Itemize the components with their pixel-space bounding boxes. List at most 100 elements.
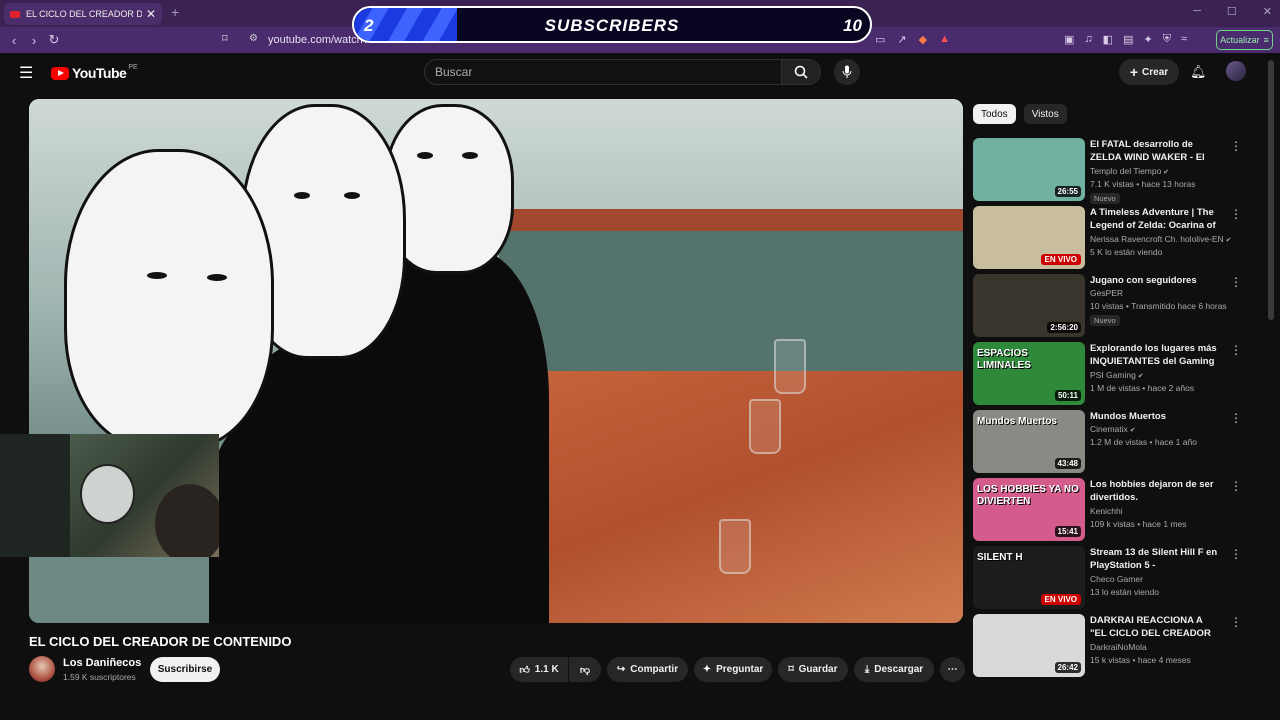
recommendation-thumbnail[interactable]: SILENT H EN VIVO [973, 546, 1085, 609]
channel-name[interactable]: Los Daniñecos [63, 657, 141, 669]
recommendation-title[interactable]: El FATAL desarrollo de ZELDA WIND WAKER … [1090, 138, 1218, 164]
recommendation-title[interactable]: Stream 13 de Silent Hill F en PlayStatio… [1090, 546, 1218, 572]
back-icon[interactable]: ‹ [4, 33, 24, 48]
more-vertical-icon[interactable]: ⋮ [1230, 139, 1242, 153]
recommendation-item[interactable]: 26:55 El FATAL desarrollo de ZELDA WIND W… [973, 137, 1253, 205]
recommendation-thumbnail[interactable]: EN VIVO [973, 206, 1085, 269]
recommendation-title[interactable]: Mundos Muertos [1090, 410, 1218, 423]
recommendation-channel[interactable]: DarkraiNoMola [1090, 642, 1147, 652]
recommendation-title[interactable]: DARKRAI REACCIONA A "EL CICLO DEL CREADO… [1090, 614, 1218, 640]
recommendation-item[interactable]: ESPACIOS LIMINALES 50:11 Explorando los lu… [973, 341, 1253, 409]
cast-icon[interactable]: ▭ [875, 33, 885, 46]
recommendation-channel-name: Cinematix [1090, 424, 1128, 434]
recommendation-channel-name: Nerissa Ravencroft Ch. hololive-EN [1090, 234, 1224, 244]
ai-icon[interactable]: ✦ [1143, 33, 1152, 46]
like-button[interactable]: 👍︎ 1.1 K [510, 657, 568, 682]
reader-icon[interactable]: ▤ [1123, 33, 1133, 46]
recommendation-channel-name: GesPER [1090, 288, 1124, 298]
dislike-button[interactable]: 👎︎ [569, 657, 601, 682]
chip-todos[interactable]: Todos [973, 104, 1016, 124]
recommendation-channel[interactable]: Kenichhi [1090, 506, 1123, 516]
youtube-logo[interactable]: YouTube PE [51, 64, 138, 81]
subscribe-button[interactable]: Suscribirse [150, 657, 220, 682]
chip-vistos[interactable]: Vistos [1023, 104, 1067, 124]
more-vertical-icon[interactable]: ⋮ [1230, 615, 1242, 629]
figure-eye [417, 152, 433, 159]
download-button[interactable]: ⤓ Descargar [854, 657, 934, 682]
channel-avatar[interactable] [29, 656, 55, 682]
more-vertical-icon[interactable]: ⋮ [1230, 275, 1242, 289]
recommendation-channel[interactable]: Checo Gamer [1090, 574, 1143, 584]
more-actions-button[interactable]: ⋯ [940, 657, 965, 682]
figure-head [64, 149, 274, 449]
user-avatar[interactable] [1226, 61, 1246, 81]
recommendation-item[interactable]: Mundos Muertos 43:48 Mundos Muertos Cinemat… [973, 409, 1253, 477]
maximize-icon[interactable]: ☐ [1227, 5, 1237, 18]
notifications-bell-icon[interactable]: 🔔︎ [1190, 64, 1207, 80]
recommendation-title[interactable]: Los hobbies dejaron de ser divertidos. [1090, 478, 1218, 504]
forward-icon[interactable]: › [24, 33, 44, 48]
share-icon: ↪ [616, 664, 626, 675]
recommendation-item[interactable]: 2:56:20 Jugano con seguidores GesPER 10 vis… [973, 273, 1253, 341]
ask-button[interactable]: ✦ Preguntar [694, 657, 772, 682]
recommendation-channel[interactable]: Cinematix ✔ [1090, 424, 1136, 434]
more-vertical-icon[interactable]: ⋮ [1230, 479, 1242, 493]
extension-icon[interactable]: ≈ [1181, 33, 1187, 46]
recommendation-thumbnail[interactable]: Mundos Muertos 43:48 [973, 410, 1085, 473]
thumbnail-text: ESPACIOS LIMINALES [977, 348, 1031, 371]
more-vertical-icon[interactable]: ⋮ [1230, 411, 1242, 425]
music-icon[interactable]: ♫ [1084, 33, 1092, 46]
video-title: EL CICLO DEL CREADOR DE CONTENIDO [29, 634, 292, 649]
more-vertical-icon[interactable]: ⋮ [1230, 207, 1242, 221]
recommendation-item[interactable]: SILENT H EN VIVO Stream 13 de Silent Hill … [973, 545, 1253, 613]
search-input[interactable]: Buscar [424, 59, 782, 85]
shield-icon[interactable]: ◆ [919, 33, 927, 46]
recommendation-item[interactable]: 26:42 DARKRAI REACCIONA A "EL CICLO DEL C… [973, 613, 1253, 681]
thumbnail-text: Mundos Muertos [977, 416, 1057, 427]
more-vertical-icon[interactable]: ⋮ [1230, 547, 1242, 561]
recommendation-thumbnail[interactable]: 26:42 [973, 614, 1085, 677]
reload-icon[interactable]: ↻ [44, 32, 64, 48]
recommendation-thumbnail[interactable]: 2:56:20 [973, 274, 1085, 337]
tab-close-icon[interactable]: ✕ [146, 7, 156, 21]
recommendation-channel[interactable]: GesPER [1090, 288, 1123, 298]
minimize-icon[interactable]: ─ [1193, 5, 1201, 18]
recommendation-channel[interactable]: Nerissa Ravencroft Ch. hololive-EN ✔ [1090, 234, 1232, 244]
live-badge: EN VIVO [1040, 594, 1081, 605]
sidebar-icon[interactable]: ◧ [1103, 33, 1113, 46]
recommendation-channel[interactable]: PSI Gaming ✔ [1090, 370, 1144, 380]
save-button[interactable]: ⌑ Guardar [778, 657, 848, 682]
create-button[interactable]: + Crear [1119, 59, 1179, 85]
share-page-icon[interactable]: ↗ [897, 33, 906, 46]
close-window-icon[interactable]: ✕ [1263, 5, 1272, 18]
recommendation-title[interactable]: Jugano con seguidores [1090, 274, 1218, 287]
recommendation-title[interactable]: Explorando los lugares más INQUIETANTES … [1090, 342, 1218, 368]
hamburger-menu-icon[interactable]: ☰ [19, 63, 33, 83]
new-tab-button[interactable]: + [171, 4, 179, 20]
recommendation-thumbnail[interactable]: 26:55 [973, 138, 1085, 201]
wallet-icon[interactable]: ▣ [1064, 33, 1074, 46]
thumbnail-text: SILENT H [977, 552, 1023, 563]
share-label: Compartir [630, 664, 679, 675]
page-scrollbar[interactable] [1268, 60, 1274, 320]
recommendation-item[interactable]: LOS HOBBIES YA NO DIVIERTEN 15:41 Los hobb… [973, 477, 1253, 545]
bookmark-icon[interactable]: ⌑ [222, 32, 228, 45]
browser-tab[interactable]: EL CICLO DEL CREADOR DE CON ✕ [4, 3, 162, 25]
recommendation-channel[interactable]: Templo del Tiempo ✔ [1090, 166, 1169, 176]
sparkle-icon: ✦ [702, 664, 712, 675]
voice-search-button[interactable] [834, 59, 860, 85]
recommendation-thumbnail[interactable]: LOS HOBBIES YA NO DIVIERTEN 15:41 [973, 478, 1085, 541]
facecam-person [80, 464, 135, 524]
vpn-icon[interactable]: ⛨ [1163, 33, 1171, 46]
search-button[interactable] [781, 59, 821, 85]
update-button[interactable]: Actualizar ≡ [1216, 30, 1273, 50]
recommendation-title[interactable]: A Timeless Adventure | The Legend of Zel… [1090, 206, 1218, 232]
share-button[interactable]: ↪ Compartir [607, 657, 688, 682]
recommendation-item[interactable]: EN VIVO A Timeless Adventure | The Legend… [973, 205, 1253, 273]
rewards-icon[interactable]: ▲ [939, 33, 950, 46]
recommendation-thumbnail[interactable]: ESPACIOS LIMINALES 50:11 [973, 342, 1085, 405]
new-badge: Nuevo [1090, 315, 1120, 326]
plus-icon: + [1129, 64, 1139, 80]
more-vertical-icon[interactable]: ⋮ [1230, 343, 1242, 357]
site-info-icon[interactable]: ⚙ [249, 33, 258, 44]
